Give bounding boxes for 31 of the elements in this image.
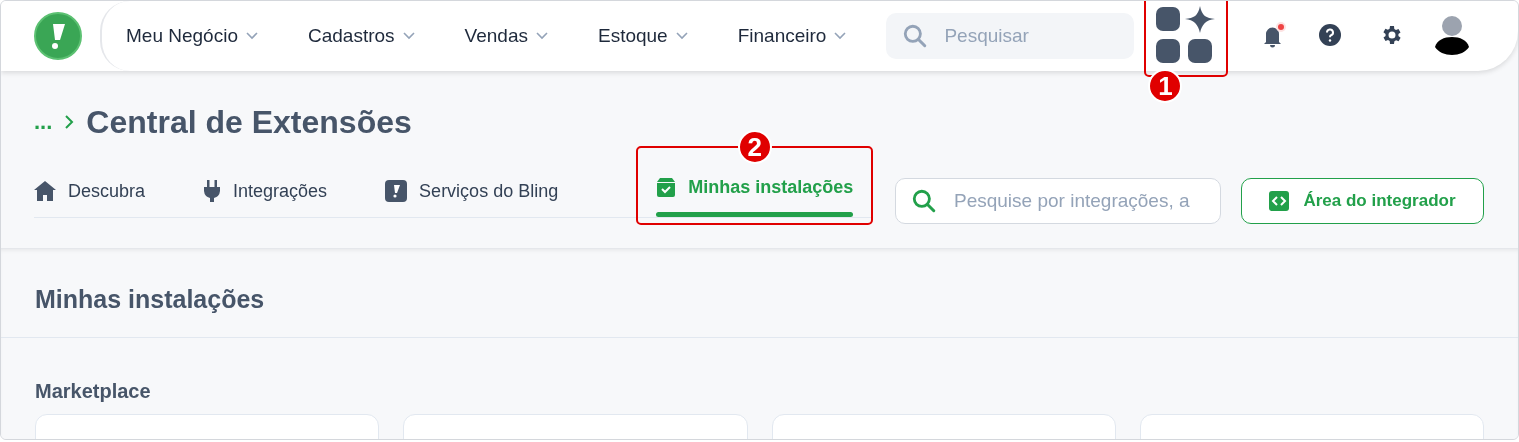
callout-badge: 2 bbox=[737, 130, 772, 164]
box-icon bbox=[656, 177, 677, 197]
tab[interactable]: Integrações bbox=[203, 165, 328, 217]
nav-menu-item[interactable]: Estoque bbox=[597, 25, 688, 47]
chevron-right-icon bbox=[64, 114, 75, 130]
plug-icon bbox=[203, 180, 222, 202]
tab[interactable]: Serviços do Bling bbox=[385, 165, 559, 217]
tab[interactable]: Descubra bbox=[34, 165, 146, 217]
nav-menu-item[interactable]: Vendas bbox=[464, 25, 548, 47]
nav-menu-item[interactable]: Financeiro bbox=[737, 25, 847, 47]
search-icon bbox=[902, 23, 929, 49]
logo-icon[interactable] bbox=[34, 12, 82, 60]
group-title: Marketplace bbox=[34, 379, 152, 404]
question-icon bbox=[1318, 22, 1343, 47]
chevron-down-icon bbox=[834, 32, 847, 40]
nav-menu-item[interactable]: Cadastros bbox=[307, 25, 415, 47]
search-icon bbox=[911, 188, 937, 214]
exclamation-icon bbox=[385, 180, 408, 202]
home-icon bbox=[34, 181, 56, 201]
chevron-down-icon bbox=[535, 32, 548, 40]
code-icon bbox=[1269, 191, 1290, 211]
chevron-down-icon bbox=[675, 32, 688, 40]
nav-menu-item[interactable]: Meu Negócio bbox=[126, 25, 258, 47]
avatar-icon bbox=[1434, 14, 1471, 55]
avatar-button[interactable] bbox=[1434, 14, 1471, 58]
search-field[interactable]: Pesquisar bbox=[886, 13, 1135, 59]
search-field[interactable]: Pesquise por integrações, a bbox=[895, 178, 1221, 224]
page-title: Central de Extensões bbox=[86, 103, 412, 141]
chevron-down-icon bbox=[245, 32, 258, 40]
section-title: Minhas instalações bbox=[34, 284, 266, 315]
chevron-down-icon bbox=[402, 32, 415, 40]
